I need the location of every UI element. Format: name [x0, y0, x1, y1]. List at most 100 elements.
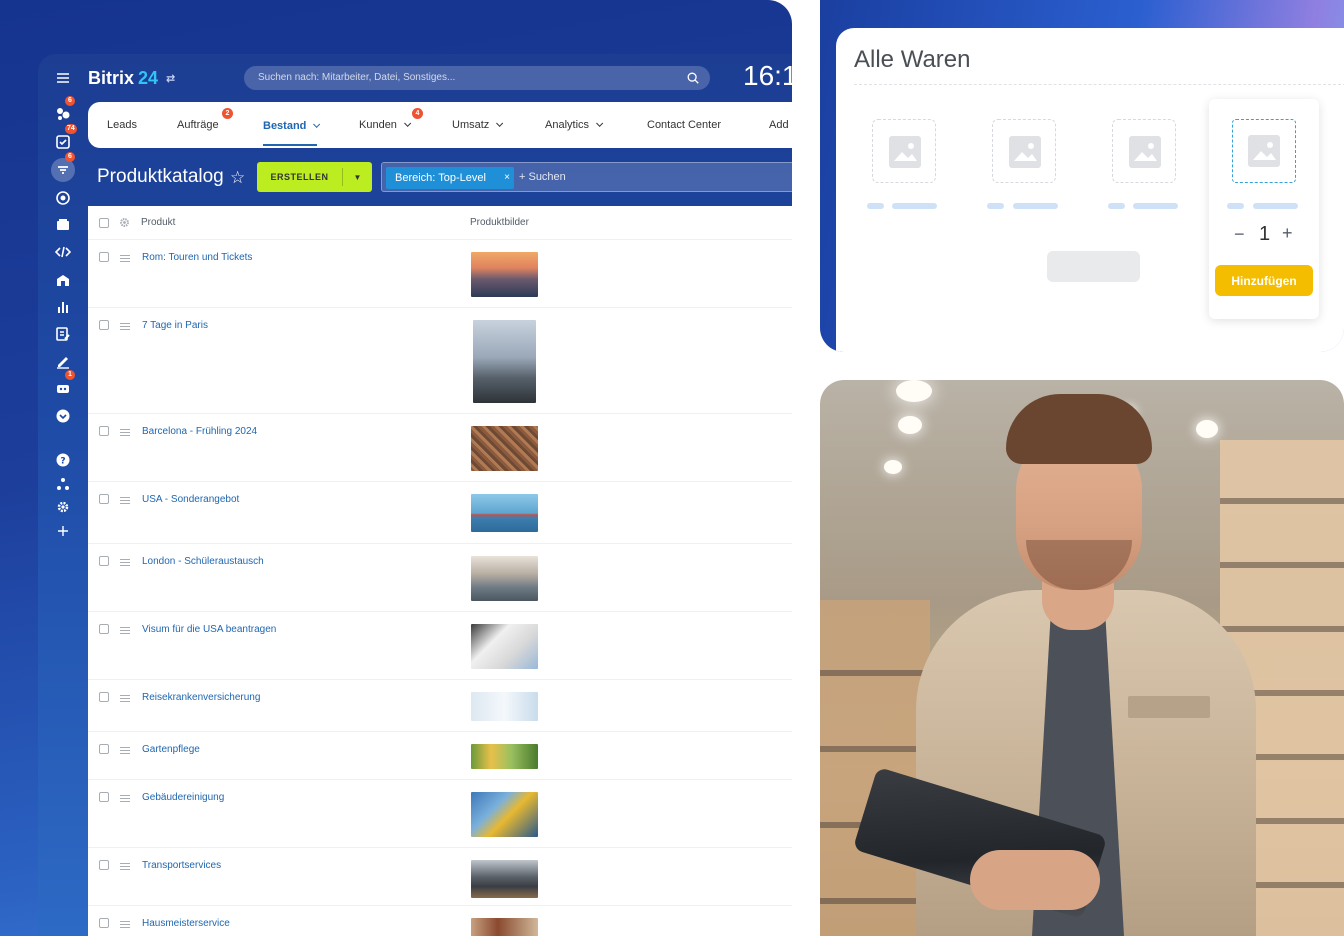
row-menu-icon[interactable] [120, 255, 130, 262]
table-row[interactable]: Rom: Touren und Tickets [88, 240, 792, 308]
table-row[interactable]: USA - Sonderangebot [88, 482, 792, 544]
table-row[interactable]: London - Schüleraustausch [88, 544, 792, 612]
tasks-icon[interactable]: 74 [51, 124, 77, 154]
brand-logo[interactable]: Bitrix 24 ⇄ [88, 68, 175, 89]
row-checkbox[interactable] [99, 918, 109, 928]
sitemap-icon[interactable] [51, 472, 75, 496]
row-menu-icon[interactable] [120, 627, 130, 634]
target-icon[interactable] [51, 186, 75, 210]
row-menu-icon[interactable] [120, 695, 130, 702]
star-icon[interactable]: ☆ [230, 168, 245, 188]
tab-umsatz[interactable]: Umsatz [452, 102, 504, 148]
robot-icon[interactable]: 1 [51, 370, 75, 400]
product-name-link[interactable]: USA - Sonderangebot [142, 494, 239, 505]
row-menu-icon[interactable] [120, 795, 130, 802]
row-menu-icon[interactable] [120, 559, 130, 566]
filter-search-placeholder[interactable]: + Suchen [519, 171, 566, 183]
row-checkbox[interactable] [99, 792, 109, 802]
product-tile[interactable] [992, 119, 1056, 183]
row-menu-icon[interactable] [120, 429, 130, 436]
quantity-value[interactable]: 1 [1259, 223, 1270, 246]
menu-icon[interactable] [51, 66, 75, 90]
table-row[interactable]: 7 Tage in Paris [88, 308, 792, 414]
tab-contact-center[interactable]: Contact Center [647, 102, 721, 148]
table-row[interactable]: Gartenpflege [88, 732, 792, 780]
global-search-input[interactable]: Suchen nach: Mitarbeiter, Datei, Sonstig… [244, 66, 710, 90]
table-row[interactable]: Gebäudereinigung [88, 780, 792, 848]
product-name-link[interactable]: Visum für die USA beantragen [142, 624, 276, 635]
product-name-link[interactable]: Gebäudereinigung [142, 792, 224, 803]
tab-auftraege[interactable]: Aufträge [177, 102, 219, 148]
plus-button[interactable]: + [1282, 223, 1293, 244]
filter-icon[interactable]: 6 [51, 152, 75, 182]
product-image[interactable] [471, 692, 538, 721]
row-menu-icon[interactable] [120, 863, 130, 870]
code-icon[interactable] [51, 240, 75, 264]
product-name-link[interactable]: 7 Tage in Paris [142, 320, 208, 331]
select-all-checkbox[interactable] [99, 218, 109, 228]
product-image[interactable] [471, 918, 538, 936]
product-name-link[interactable]: Hausmeisterservice [142, 918, 230, 929]
table-row[interactable]: Hausmeisterservice [88, 906, 792, 936]
product-tile[interactable] [872, 119, 936, 183]
row-menu-icon[interactable] [120, 747, 130, 754]
product-name-link[interactable]: Gartenpflege [142, 744, 200, 755]
product-image[interactable] [471, 252, 538, 297]
tab-add[interactable]: Add [769, 102, 789, 148]
contact-card-icon[interactable] [51, 213, 75, 237]
tab-leads[interactable]: Leads [107, 102, 137, 148]
row-checkbox[interactable] [99, 320, 109, 330]
row-checkbox[interactable] [99, 556, 109, 566]
tab-bestand[interactable]: Bestand [263, 104, 321, 146]
close-icon[interactable]: × [504, 167, 510, 189]
row-menu-icon[interactable] [120, 323, 130, 330]
table-row[interactable]: Visum für die USA beantragen [88, 612, 792, 680]
row-menu-icon[interactable] [120, 921, 130, 928]
selected-product-card[interactable]: − 1 + Hinzufügen [1209, 99, 1319, 319]
search-icon[interactable] [686, 71, 700, 85]
row-checkbox[interactable] [99, 624, 109, 634]
product-image[interactable] [471, 494, 538, 532]
building-icon[interactable] [51, 268, 75, 292]
table-row[interactable]: Barcelona - Frühling 2024 [88, 414, 792, 482]
row-checkbox[interactable] [99, 252, 109, 262]
settings-icon[interactable] [51, 495, 75, 519]
product-image[interactable] [473, 320, 536, 403]
add-button[interactable]: Hinzufügen [1215, 265, 1313, 296]
filter-chip[interactable]: Bereich: Top-Level × [386, 167, 514, 189]
row-checkbox[interactable] [99, 744, 109, 754]
product-image[interactable] [471, 624, 538, 669]
product-tile[interactable] [1112, 119, 1176, 183]
column-header-product[interactable]: Produkt [141, 217, 175, 228]
caret-down-icon[interactable]: ▼ [343, 173, 372, 182]
chat-icon[interactable]: 6 [51, 96, 75, 126]
swap-icon[interactable]: ⇄ [166, 72, 175, 85]
column-header-images[interactable]: Produktbilder [470, 217, 529, 228]
table-row[interactable]: Reisekrankenversicherung [88, 680, 792, 732]
row-menu-icon[interactable] [120, 497, 130, 504]
tab-kunden[interactable]: Kunden [359, 102, 412, 148]
product-name-link[interactable]: Transportservices [142, 860, 221, 871]
product-image[interactable] [471, 744, 538, 769]
row-checkbox[interactable] [99, 494, 109, 504]
create-button[interactable]: ERSTELLEN ▼ [257, 162, 372, 192]
tab-analytics[interactable]: Analytics [545, 102, 604, 148]
gear-icon[interactable] [119, 217, 130, 228]
minus-button[interactable]: − [1234, 224, 1245, 245]
table-row[interactable]: Transportservices [88, 848, 792, 906]
filter-search-bar[interactable]: Bereich: Top-Level × + Suchen [381, 162, 792, 192]
product-name-link[interactable]: Barcelona - Frühling 2024 [142, 426, 257, 437]
product-name-link[interactable]: Rom: Touren und Tickets [142, 252, 252, 263]
product-name-link[interactable]: Reisekrankenversicherung [142, 692, 260, 703]
row-checkbox[interactable] [99, 692, 109, 702]
row-checkbox[interactable] [99, 860, 109, 870]
chevron-circle-icon[interactable] [51, 404, 75, 428]
product-image[interactable] [471, 860, 538, 898]
product-image[interactable] [471, 556, 538, 601]
row-checkbox[interactable] [99, 426, 109, 436]
product-image[interactable] [471, 792, 538, 837]
product-tile-selected[interactable] [1232, 119, 1296, 183]
bar-chart-icon[interactable] [51, 295, 75, 319]
help-icon[interactable]: ? [51, 448, 75, 472]
product-image[interactable] [471, 426, 538, 471]
